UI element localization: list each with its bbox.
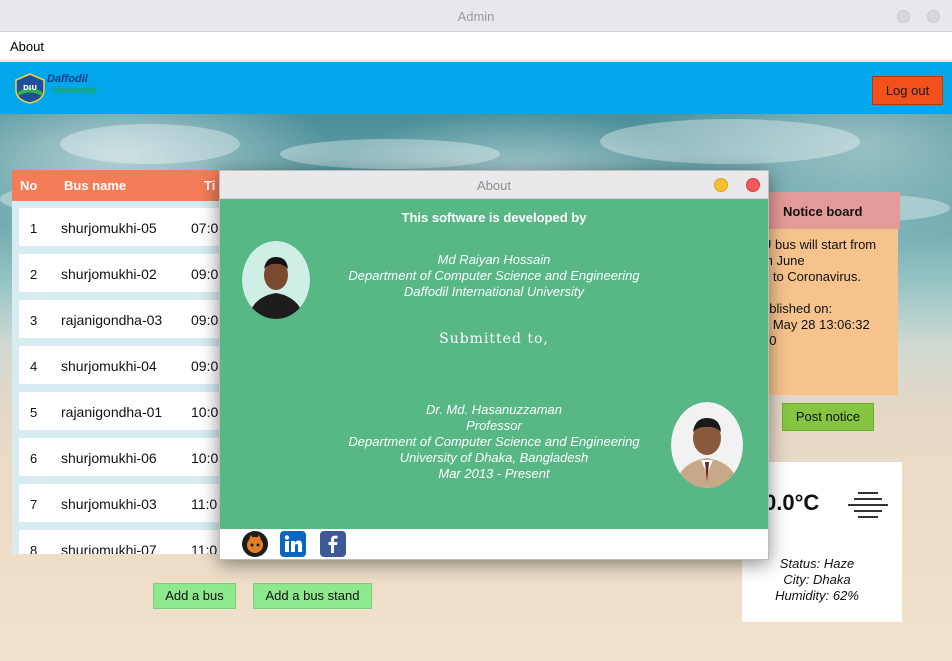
notice-line: ublished on: [762, 301, 833, 316]
row-time: 11:0 [191, 496, 218, 512]
logo-text-daffodil: Daffodil [47, 73, 88, 85]
row-bus-name: shurjomukhi-02 [61, 266, 157, 282]
column-header-time: Ti [204, 178, 216, 193]
svg-text:DIU: DIU [23, 84, 37, 92]
row-no: 2 [30, 267, 38, 282]
github-icon[interactable] [242, 531, 268, 557]
window-titlebar: Admin [0, 0, 952, 32]
table-row[interactable]: 7 shurjomukhi-03 11:0 [19, 484, 232, 522]
supervisor-photo [671, 402, 743, 488]
submitted-to-label: Submitted to, [439, 331, 549, 347]
table-row[interactable]: 5 rajanigondha-01 10:0 [19, 392, 232, 430]
app-header: DIU Daffodil University Log out [0, 62, 952, 114]
row-bus-name: shurjomukhi-04 [61, 358, 157, 374]
add-bus-button[interactable]: Add a bus [153, 583, 236, 609]
logo-text-university: University [53, 85, 97, 95]
window-title: Admin [457, 9, 495, 24]
developer-name: Md Raiyan Hossain [437, 252, 551, 267]
weather-temperature: 0.0°C [764, 490, 820, 515]
weather-city: City: Dhaka [783, 572, 851, 587]
university-logo-icon: DIU [15, 73, 45, 104]
row-time: 09:0 [191, 266, 219, 282]
window-minimize-button[interactable] [897, 10, 910, 23]
menu-about[interactable]: About [10, 39, 44, 54]
dialog-titlebar: About [220, 171, 768, 199]
row-time: 10:0 [191, 404, 219, 420]
notice-line: U bus will start from [762, 237, 877, 252]
row-no: 5 [30, 405, 38, 420]
table-row[interactable]: 8 shurjomukhi-07 11:0 [19, 530, 232, 554]
window-close-button[interactable] [927, 10, 940, 23]
about-dialog: About This software is developed by Md R… [219, 170, 769, 560]
table-row[interactable]: 2 shurjomukhi-02 09:0 [19, 254, 232, 292]
dialog-minimize-button[interactable] [714, 178, 728, 192]
notice-board-title: Notice board [783, 204, 863, 219]
bus-table: No Bus name Ti 1 shurjomukhi-05 07:0 2 s… [12, 170, 232, 554]
row-bus-name: shurjomukhi-05 [61, 220, 157, 236]
add-bus-stand-button[interactable]: Add a bus stand [253, 583, 372, 609]
developer-university: Daffodil International University [404, 284, 584, 299]
facebook-icon[interactable] [320, 531, 346, 557]
row-time: 11:0 [191, 542, 218, 554]
column-header-no: No [20, 178, 38, 193]
logout-button[interactable]: Log out [872, 76, 943, 105]
dialog-body: This software is developed by Md Raiyan … [220, 199, 768, 529]
notice-board-header: Notice board [746, 192, 900, 229]
dialog-title: About [477, 178, 511, 193]
row-no: 7 [30, 497, 38, 512]
dialog-close-button[interactable] [746, 178, 760, 192]
table-row[interactable]: 6 shurjomukhi-06 10:0 [19, 438, 232, 476]
row-bus-name: shurjomukhi-07 [61, 542, 157, 554]
table-row[interactable]: 3 rajanigondha-03 09:0 [19, 300, 232, 338]
notice-line: e to Coronavirus. [762, 269, 861, 284]
row-time: 09:0 [191, 312, 219, 328]
developed-by-heading: This software is developed by [401, 210, 587, 225]
post-notice-button[interactable]: Post notice [782, 403, 874, 431]
row-no: 3 [30, 313, 38, 328]
row-time: 09:0 [191, 358, 219, 374]
dialog-footer [220, 529, 768, 559]
table-row[interactable]: 1 shurjomukhi-05 07:0 [19, 208, 232, 246]
developer-department: Department of Computer Science and Engin… [348, 268, 640, 283]
row-bus-name: rajanigondha-03 [61, 312, 163, 328]
row-no: 6 [30, 451, 38, 466]
row-bus-name: shurjomukhi-06 [61, 450, 157, 466]
bus-table-header: No Bus name Ti [12, 170, 232, 201]
table-row[interactable]: 4 shurjomukhi-04 09:0 [19, 346, 232, 384]
linkedin-icon[interactable] [280, 531, 306, 557]
weather-humidity: Humidity: 62% [775, 588, 859, 603]
notice-line: u May 28 13:06:32 [762, 317, 870, 332]
row-bus-name: rajanigondha-01 [61, 404, 163, 420]
menubar: About [0, 32, 952, 61]
haze-icon [848, 492, 888, 518]
column-header-bus-name: Bus name [64, 178, 127, 193]
row-no: 8 [30, 543, 38, 554]
row-no: 4 [30, 359, 38, 374]
row-no: 1 [30, 221, 38, 236]
row-time: 10:0 [191, 450, 219, 466]
row-bus-name: shurjomukhi-03 [61, 496, 157, 512]
row-time: 07:0 [191, 220, 219, 236]
